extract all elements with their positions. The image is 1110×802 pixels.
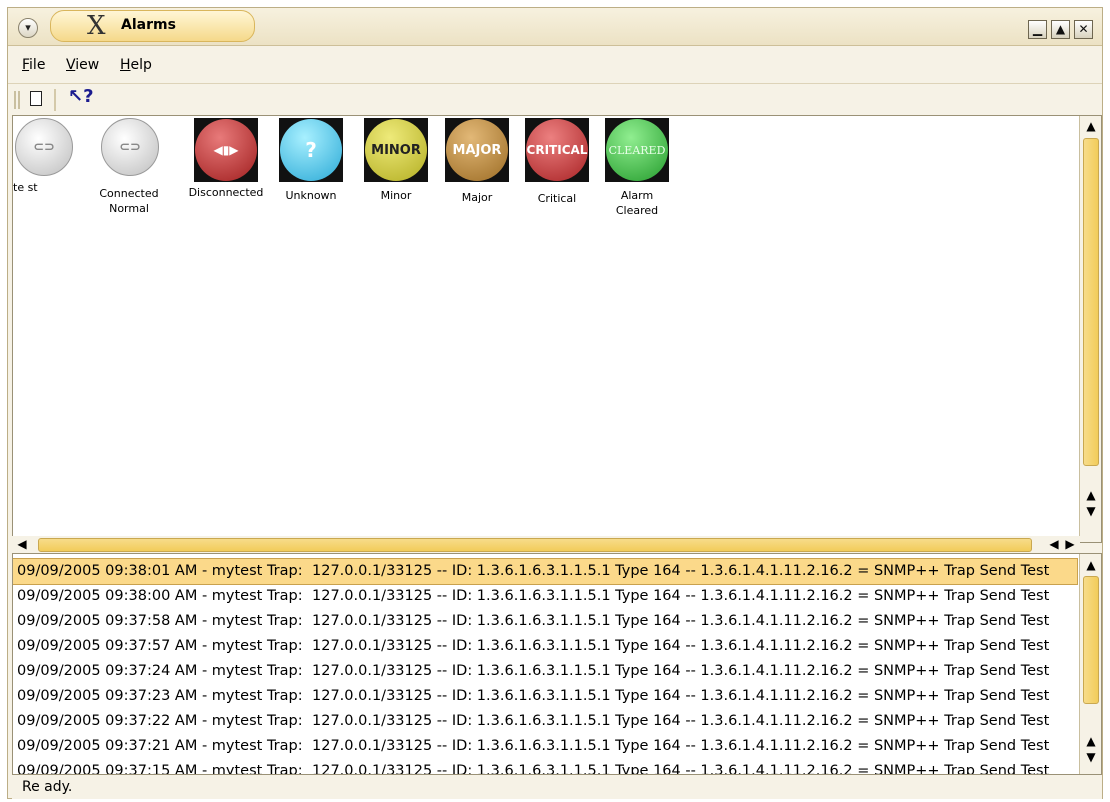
major-orb-icon: MAJOR [445,118,509,182]
toolbar-grip[interactable] [14,91,20,109]
cleared-orb-icon: CLEARED [605,118,669,182]
log-row[interactable]: 09/09/2005 09:37:58 AM - mytest Trap: 127… [13,609,1077,634]
minimize-icon: ▁ [1032,22,1043,36]
log-vertical-scrollbar[interactable]: ▲ ▲ ▼ [1079,554,1101,774]
scroll-down-icon[interactable]: ▼ [1083,750,1099,766]
log-message: 127.0.0.1/33125 -- ID: 1.3.6.1.6.3.1.1.5… [312,563,1050,579]
trap-log-list: 09/09/2005 09:38:01 AM - mytest Trap: 127… [12,553,1102,775]
log-timestamp: 09/09/2005 09:37:23 AM - mytest Trap: [17,688,303,704]
icon-label: Normal [109,202,149,215]
plug-icon: ⊂⊃ [101,118,159,176]
icon-label: Cleared [615,204,659,217]
menu-view[interactable]: View [66,57,99,73]
scroll-up-icon[interactable]: ▲ [1083,734,1099,750]
scroll-down-icon[interactable]: ▼ [1083,504,1099,520]
icon-label: Major [461,191,493,204]
alarms-window: ▾ X Alarms ▁ ▲ ✕ File View Help ↖? ⊂⊃ te… [7,7,1103,799]
plug-icon: ⊂⊃ [15,118,73,176]
log-row[interactable]: 09/09/2005 09:38:01 AM - mytest Trap: 127… [13,558,1078,585]
log-message: 127.0.0.1/33125 -- ID: 1.3.6.1.6.3.1.1.5… [312,763,1050,775]
menu-file[interactable]: File [22,57,45,73]
scroll-thumb[interactable] [1083,138,1099,466]
status-text: Re ady. [22,779,73,795]
new-document-icon[interactable] [30,91,42,106]
minimize-button[interactable]: ▁ [1028,20,1047,39]
log-message: 127.0.0.1/33125 -- ID: 1.3.6.1.6.3.1.1.5… [312,663,1050,679]
icon-label: Alarm [620,189,654,202]
disconnected-plug-icon: ◀▮▶ [194,118,258,182]
icon-label: te st [13,181,38,194]
icon-label: Disconnected [188,186,264,199]
log-message: 127.0.0.1/33125 -- ID: 1.3.6.1.6.3.1.1.5… [312,588,1050,604]
maximize-icon: ▲ [1055,22,1066,36]
window-title: Alarms [121,17,176,33]
scroll-thumb[interactable] [1083,576,1099,704]
maximize-button[interactable]: ▲ [1051,20,1070,39]
scroll-left-icon[interactable]: ◀ [14,537,30,553]
log-timestamp: 09/09/2005 09:37:24 AM - mytest Trap: [17,663,303,679]
icon-label: Connected [99,187,159,200]
log-message: 127.0.0.1/33125 -- ID: 1.3.6.1.6.3.1.1.5… [312,613,1050,629]
scroll-up-icon[interactable]: ▲ [1083,488,1099,504]
log-timestamp: 09/09/2005 09:37:15 AM - mytest Trap: [17,763,303,775]
log-row[interactable]: 09/09/2005 09:37:23 AM - mytest Trap: 127… [13,684,1077,709]
x-logo-icon: X [87,11,106,41]
toolbar: ↖? [8,85,1102,115]
toolbar-separator [54,89,56,111]
log-timestamp: 09/09/2005 09:38:00 AM - mytest Trap: [17,588,303,604]
log-row[interactable]: 09/09/2005 09:37:57 AM - mytest Trap: 127… [13,634,1077,659]
log-row[interactable]: 09/09/2005 09:37:22 AM - mytest Trap: 127… [13,709,1077,734]
title-bar[interactable]: ▾ X Alarms ▁ ▲ ✕ [8,8,1102,46]
icon-label: Unknown [285,189,337,202]
log-timestamp: 09/09/2005 09:37:58 AM - mytest Trap: [17,613,303,629]
minor-orb-icon: MINOR [364,118,428,182]
log-timestamp: 09/09/2005 09:37:22 AM - mytest Trap: [17,713,303,729]
scroll-up-icon[interactable]: ▲ [1083,558,1099,574]
title-tab[interactable]: X Alarms [50,10,255,42]
icon-pane-vertical-scrollbar[interactable]: ▲ ▲ ▼ [1079,116,1101,542]
scroll-right-icon[interactable]: ▶ [1062,537,1078,553]
log-row[interactable]: 09/09/2005 09:38:00 AM - mytest Trap: 127… [13,584,1077,609]
menu-help[interactable]: Help [120,57,152,73]
icon-label: Critical [537,192,577,205]
log-row[interactable]: 09/09/2005 09:37:15 AM - mytest Trap: 127… [13,759,1077,775]
icon-label: Minor [380,189,412,202]
log-row[interactable]: 09/09/2005 09:37:21 AM - mytest Trap: 127… [13,734,1077,759]
scroll-up-icon[interactable]: ▲ [1083,119,1099,135]
scroll-thumb[interactable] [38,538,1032,552]
close-button[interactable]: ✕ [1074,20,1093,39]
unknown-icon: ? [279,118,343,182]
help-pointer-icon[interactable]: ↖? [68,86,94,107]
log-message: 127.0.0.1/33125 -- ID: 1.3.6.1.6.3.1.1.5… [312,638,1050,654]
log-message: 127.0.0.1/33125 -- ID: 1.3.6.1.6.3.1.1.5… [312,688,1050,704]
close-icon: ✕ [1078,22,1089,36]
alarm-icon-pane: ⊂⊃ te st ⊂⊃ Connected Normal ◀▮▶ Disconne… [12,115,1102,543]
log-timestamp: 09/09/2005 09:38:01 AM - mytest Trap: [17,563,303,579]
log-timestamp: 09/09/2005 09:37:57 AM - mytest Trap: [17,638,303,654]
status-bar: Re ady. [12,775,1102,799]
log-timestamp: 09/09/2005 09:37:21 AM - mytest Trap: [17,738,303,754]
icon-pane-horizontal-scrollbar[interactable]: ◀ ◀ ▶ [12,536,1080,554]
log-message: 127.0.0.1/33125 -- ID: 1.3.6.1.6.3.1.1.5… [312,713,1050,729]
chevron-down-icon: ▾ [25,21,31,34]
critical-orb-icon: CRITICAL [525,118,589,182]
log-row[interactable]: 09/09/2005 09:37:24 AM - mytest Trap: 127… [13,659,1077,684]
window-menu-button[interactable]: ▾ [18,18,38,38]
log-message: 127.0.0.1/33125 -- ID: 1.3.6.1.6.3.1.1.5… [312,738,1050,754]
scroll-left-icon[interactable]: ◀ [1046,537,1062,553]
menu-bar: File View Help [8,46,1102,84]
